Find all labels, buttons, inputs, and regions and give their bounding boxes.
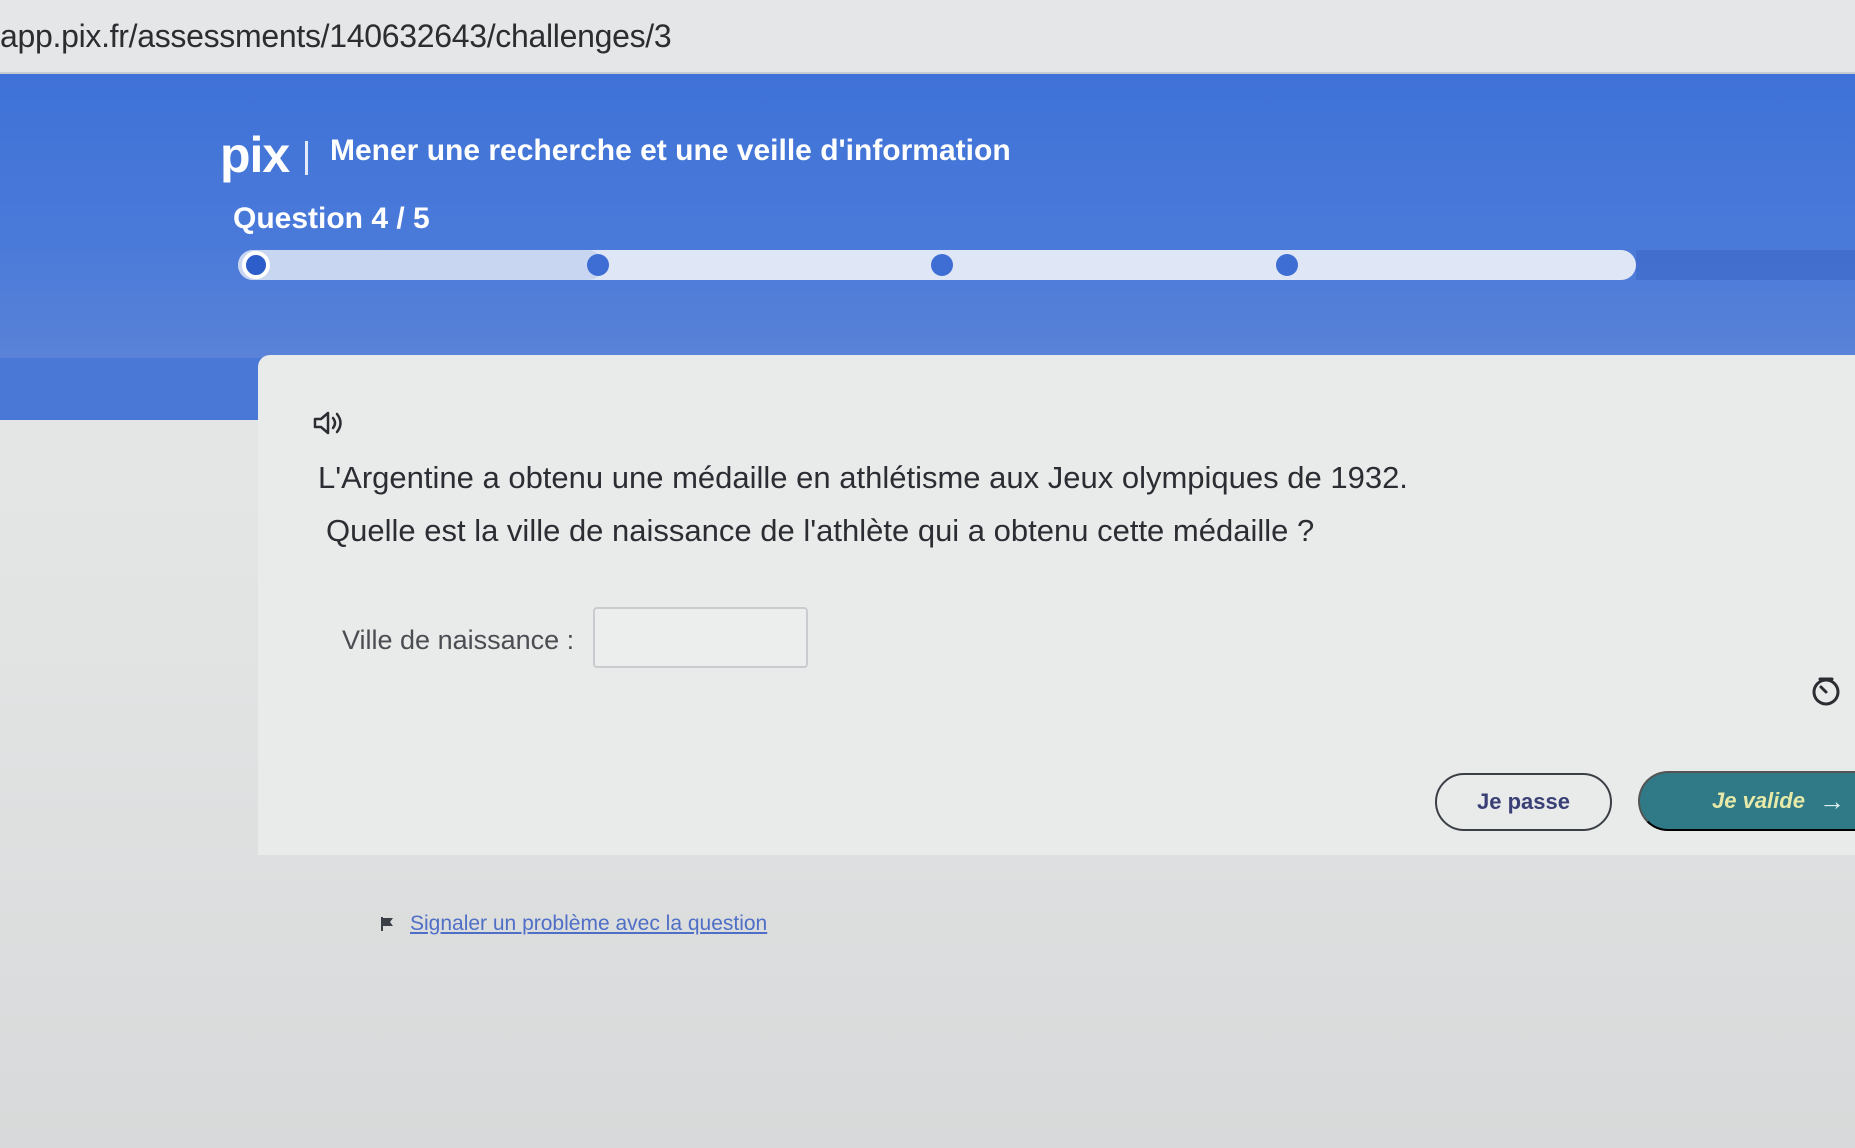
page: app.pix.fr/assessments/140632643/challen… xyxy=(0,0,1855,1148)
progress-step-dot xyxy=(587,254,609,276)
progress-fill xyxy=(238,250,603,280)
validate-button[interactable]: Je valide → xyxy=(1638,771,1855,831)
competence-title: Mener une recherche et une veille d'info… xyxy=(330,134,1011,167)
progress-bar-extension xyxy=(1636,250,1855,280)
report-problem-label: Signaler un problème avec la question xyxy=(410,912,768,935)
birth-city-label: Ville de naissance : xyxy=(342,625,575,655)
flag-icon xyxy=(381,917,393,931)
browser-address-bar[interactable]: app.pix.fr/assessments/140632643/challen… xyxy=(0,0,1855,74)
validate-button-label: Je valide xyxy=(1712,788,1805,813)
report-problem-link[interactable]: Signaler un problème avec la question xyxy=(380,912,767,936)
progress-step-dot xyxy=(931,254,953,276)
challenge-question: Quelle est la ville de naissance de l'at… xyxy=(326,513,1315,548)
progress-step-dot xyxy=(1276,254,1298,276)
header-divider xyxy=(305,141,308,175)
arrow-right-icon: → xyxy=(1818,785,1845,816)
challenge-card xyxy=(258,355,1855,855)
timer-icon xyxy=(1812,677,1840,706)
question-counter: Question 4 / 5 xyxy=(233,202,430,235)
skip-button[interactable]: Je passe xyxy=(1435,773,1612,831)
url-text[interactable]: app.pix.fr/assessments/140632643/challen… xyxy=(0,18,672,55)
pix-logo[interactable]: pix xyxy=(220,126,290,184)
challenge-instruction: L'Argentine a obtenu une médaille en ath… xyxy=(318,460,1408,495)
progress-step-dot xyxy=(242,251,270,279)
header-tab xyxy=(0,358,262,420)
birth-city-input[interactable] xyxy=(593,607,808,668)
speaker-icon[interactable] xyxy=(312,408,348,438)
